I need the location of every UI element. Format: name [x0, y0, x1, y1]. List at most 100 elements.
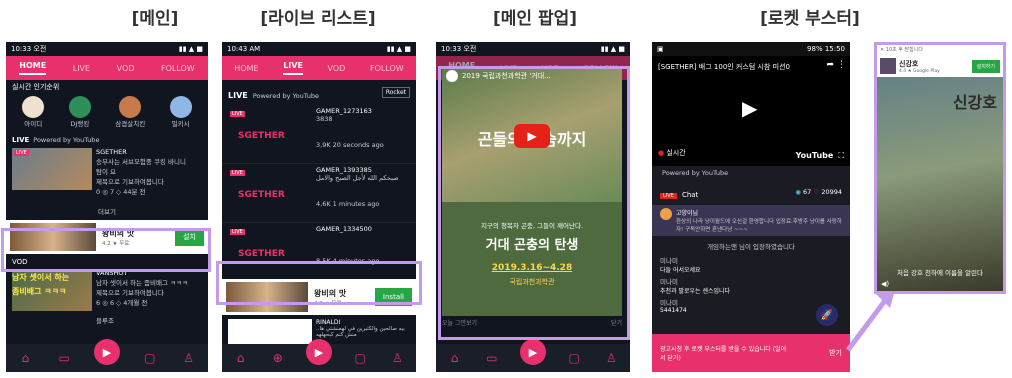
video-meta: 제목으로 기보하여봅니다	[96, 178, 164, 186]
powered-by: Powered by YouTube	[662, 169, 729, 177]
phone-rocket-booster: ▣ 98% 15:50 [SGETHER] 배그 100인 커스텀 시참 미션0 …	[652, 42, 850, 372]
powered-by: Powered by YouTube	[33, 136, 100, 144]
streamer-name: GAMER_1393385	[316, 166, 372, 174]
status-time: 10:43 AM	[227, 45, 261, 53]
status-bar: 10:43 AM ▮▮ ▲ ■	[222, 42, 416, 56]
chat-icon[interactable]: ▢	[351, 351, 369, 365]
more-vert-icon[interactable]: ⋮	[837, 60, 846, 70]
tab-vod[interactable]: VOD	[328, 64, 346, 73]
status-time: 98% 15:50	[807, 45, 845, 53]
caption-main-popup: [메인 팝업]	[492, 9, 578, 29]
live-header: LIVE Powered by YouTube Rocket	[222, 80, 416, 105]
tab-follow[interactable]: FOLLOW	[370, 64, 404, 73]
rank-name: 아이디	[24, 120, 43, 128]
ad-top-bar: ✕ 10초 후 닫힙니다	[877, 45, 1003, 55]
chat-icon[interactable]: ▢	[565, 351, 583, 365]
live-item[interactable]: LIVE SGETHER 승부사는 서브모험중 쿠킹 바니니 탐이 요 제목으로…	[6, 146, 208, 198]
rank-item[interactable]: 밀키시	[169, 96, 192, 128]
live-header: LIVE Powered by YouTube	[6, 130, 208, 146]
ad-caption: 처음 강호 천하에 이름을 알린다	[896, 269, 983, 277]
rank-name: 삼겹살치킨	[115, 120, 146, 128]
video-player[interactable]: [SGETHER] 배그 100인 커스텀 시참 미션0 ➦ ⋮ ▶ ● 실시간…	[652, 56, 850, 166]
live-badge: LIVE	[230, 170, 245, 176]
tab-bar: HOME LIVE VOD FOLLOW	[6, 56, 208, 80]
share-icon[interactable]: ➦	[826, 60, 834, 70]
tab-vod[interactable]: VOD	[117, 64, 135, 73]
status-bar: 10:33 오전 ▮▮ ▲ ■	[6, 42, 208, 56]
globe-icon[interactable]: ⊕	[269, 351, 287, 365]
channel-logo: LIVE SGETHER	[228, 107, 316, 161]
install-button[interactable]: 설치하기	[971, 59, 1000, 73]
channel-name: SGETHER	[96, 148, 127, 156]
broadcast-icon[interactable]: ▶	[305, 339, 332, 365]
live-list-item[interactable]: LIVE SGETHER GAMER_1393385 صبحكم الله لأ…	[222, 164, 416, 223]
rocket-booster-message: 광고시청 후 로켓 부스터를 받을 수 있습니다 (일어서 닫기)	[660, 346, 787, 362]
channel-logo: LIVE SGETHER	[228, 166, 316, 220]
like-count: 20994	[821, 187, 842, 196]
rank-item[interactable]: 아이디	[22, 96, 45, 128]
home-icon[interactable]: ⌂	[232, 351, 250, 365]
ad-highlight	[216, 261, 422, 305]
notice-name: 고양이님	[676, 210, 699, 217]
chat-message: 미나미추천과 팔로우는 센스입니다	[652, 275, 850, 296]
avatar	[660, 208, 672, 220]
vod-thumb-text: 좀비배그 ㅋㅋㅋ	[12, 287, 67, 296]
stream-text: 3838	[316, 115, 333, 123]
live-badge: LIVE	[660, 193, 677, 199]
streamer-name: RINALDI	[316, 319, 341, 326]
chat-text: 추천과 팔로우는 센스입니다	[660, 288, 731, 295]
status-icons: ▮▮ ▲ ■	[178, 45, 203, 53]
chat-text: 다들 어서오세요	[660, 267, 701, 274]
home-icon[interactable]: ⌂	[16, 351, 34, 365]
brand-logo-text: SGETHER	[238, 190, 285, 200]
viewer-icon: ◉	[795, 187, 801, 196]
vod-thumb-text: 남자 셋이서 하는	[12, 273, 70, 282]
chat-icon[interactable]: ▢	[141, 351, 159, 365]
chat-name: 미나미	[660, 257, 678, 265]
video-stats: 6 ◎ 6 ◇ 4개월 전	[96, 299, 148, 307]
chat-name: 미나미	[660, 278, 678, 286]
tab-live[interactable]: LIVE	[283, 61, 303, 75]
stream-text: صبحكم الله لأجل الصبح والامل	[316, 174, 399, 182]
profile-icon[interactable]: ♙	[602, 351, 620, 365]
close-icon[interactable]: ✕	[880, 47, 884, 53]
app-rating: 4.4 ★ Google Play	[899, 68, 940, 74]
volume-icon[interactable]: ◀)	[881, 280, 889, 288]
streamer-name: GAMER_1273163	[316, 107, 372, 115]
app-icon	[880, 58, 896, 74]
video-title: 승부사는 서브모험중 쿠킹 바니니 탐이 요	[96, 158, 186, 176]
home-icon[interactable]: ⌂	[446, 351, 464, 365]
bottom-nav: ⌂ ⊕ ▶ ▢ ♙	[222, 339, 416, 372]
rank-item[interactable]: 삼겹살치킨	[115, 96, 145, 128]
tv-icon[interactable]: ▭	[55, 351, 73, 365]
status-icons: ▣	[657, 45, 664, 53]
broadcast-icon[interactable]: ▶	[93, 339, 120, 365]
phone-live-list: 10:43 AM ▮▮ ▲ ■ HOME LIVE VOD FOLLOW LIVE…	[222, 42, 416, 372]
fullscreen-ad[interactable]: ✕ 10초 후 닫힙니다 신강호 4.4 ★ Google Play 설치하기 …	[874, 42, 1006, 294]
profile-icon[interactable]: ♙	[180, 351, 198, 365]
tab-follow[interactable]: FOLLOW	[161, 64, 195, 73]
more-link[interactable]: 더보기	[6, 198, 208, 220]
play-icon[interactable]: ▶	[742, 96, 757, 120]
vod-thumbnail: 남자 셋이서 하는 좀비배그 ㅋㅋㅋ	[12, 269, 92, 311]
rocket-button[interactable]: Rocket	[381, 87, 410, 98]
powered-by: Powered by YouTube	[252, 92, 319, 100]
tab-home[interactable]: HOME	[234, 64, 258, 73]
app-name: 신강호	[899, 59, 919, 68]
brand-logo-text: SGETHER	[238, 249, 285, 259]
live-label: LIVE	[228, 91, 248, 100]
broadcast-icon[interactable]: ▶	[519, 339, 546, 365]
profile-icon[interactable]: ♙	[388, 351, 406, 365]
rank-item[interactable]: DJ랭킹	[68, 96, 91, 128]
rocket-icon[interactable]: 🚀	[816, 304, 838, 326]
live-list-item[interactable]: LIVE SGETHER GAMER_1273163 3838 3,9K 20 …	[222, 105, 416, 164]
status-time: 10:33 오전	[441, 45, 477, 53]
tab-live[interactable]: LIVE	[73, 64, 90, 73]
status-bar: ▣ 98% 15:50	[652, 42, 850, 56]
tv-icon[interactable]: ▭	[483, 351, 501, 365]
vod-item[interactable]: 남자 셋이서 하는 좀비배그 ㅋㅋㅋ VANSHOT 남자 셋이서 하는 좀비배…	[6, 267, 208, 313]
fullscreen-icon[interactable]: ⛶	[838, 151, 844, 160]
bottom-nav: ⌂ ▭ ▶ ▢ ♙	[6, 339, 208, 372]
tab-home[interactable]: HOME	[19, 61, 47, 75]
bottom-nav: ⌂ ▭ ▶ ▢ ♙	[436, 339, 630, 372]
